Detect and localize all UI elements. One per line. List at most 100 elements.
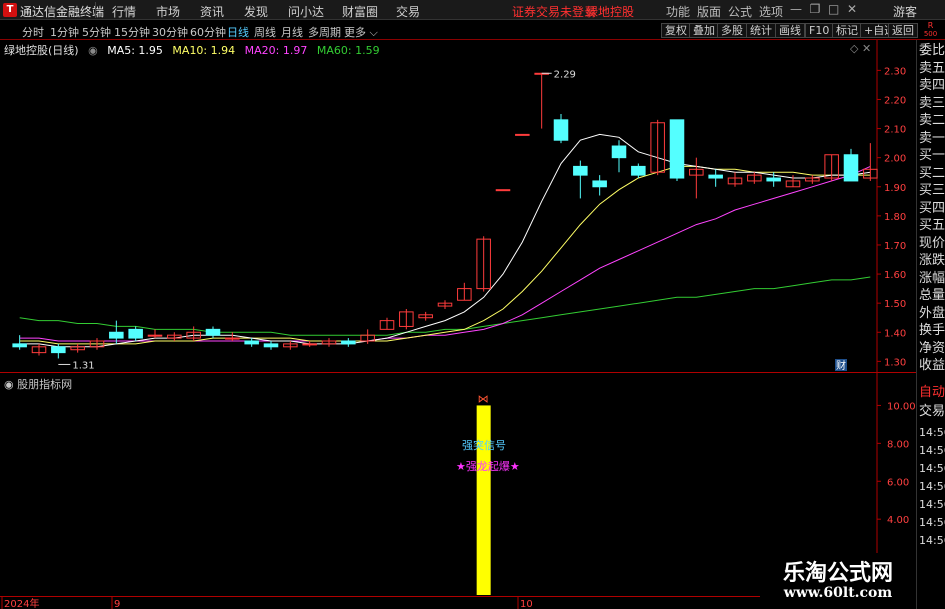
trade-time: 14:56: [919, 516, 945, 529]
date-label: 2024年: [4, 597, 39, 609]
legend-ma60: MA60: 1.59: [316, 44, 380, 57]
signal-bar: [476, 405, 491, 595]
signal-marker-icon: ⋈: [478, 392, 489, 405]
quote-side-panel: 委比 卖五 卖四 卖三 卖二 卖一 买一 买二 买三 买四 买五 现价 涨跌 涨幅 总量 外盘 换手 净资 收益 自动…: [916, 40, 945, 609]
legend-ma20: MA20: 1.97: [244, 44, 308, 57]
tab-1min[interactable]: 1分钟: [50, 24, 79, 40]
watermark-title: 乐淘公式网: [782, 560, 893, 586]
trade-time: 14:56: [919, 444, 945, 457]
candle: [515, 133, 530, 136]
indicator-tick-label: 8.00: [887, 439, 909, 450]
tab-15min[interactable]: 15分钟: [114, 24, 150, 40]
guest-user[interactable]: 游客: [893, 3, 917, 20]
r-label: R: [927, 21, 934, 30]
candle: [109, 331, 124, 339]
candle: [766, 177, 781, 182]
current-stock-name: 绿地控股: [586, 5, 635, 19]
tab-5min[interactable]: 5分钟: [82, 24, 111, 40]
menu-item-news[interactable]: 资讯: [200, 3, 224, 20]
quote-header: R 500: [916, 20, 945, 40]
candle: [12, 343, 27, 348]
menu-item-market[interactable]: 市场: [156, 3, 180, 20]
price-tick-label: 1.30: [884, 357, 906, 368]
menu-item-trade[interactable]: 交易: [396, 3, 420, 20]
diamond-icon[interactable]: ◇: [850, 42, 858, 55]
ma5-line: [19, 133, 871, 348]
close-panel-icon[interactable]: ✕: [862, 42, 871, 55]
menu-bar: T 通达信金融终端 行情 市场 资讯 发现 问小达 财富圈 交易 证券交易未登录…: [0, 0, 945, 20]
watermark-url: www.60lt.com: [783, 585, 893, 601]
date-label: 9: [114, 599, 120, 609]
mark-button[interactable]: 标记: [832, 23, 862, 38]
tab-more-label: 更多: [344, 26, 366, 39]
ma20-line: [19, 165, 871, 342]
indicator-title-label: 股朋指标网: [17, 378, 73, 391]
window-controls[interactable]: — ❐ □ ✕: [790, 2, 857, 16]
minimize-icon[interactable]: —: [790, 2, 802, 16]
trade-time: 14:56: [919, 534, 945, 547]
candle: [263, 343, 279, 348]
menu-divider: [95, 2, 96, 18]
maximize-icon[interactable]: □: [828, 2, 839, 16]
indicator-title: ◉ 股朋指标网: [4, 376, 72, 392]
multi-stock-button[interactable]: 多股: [717, 23, 747, 38]
menu-item-quotes[interactable]: 行情: [112, 3, 136, 20]
close-icon[interactable]: ✕: [847, 2, 857, 16]
trade-time: 14:56: [919, 480, 945, 493]
trade-login-notice[interactable]: 证券交易未登录: [512, 3, 596, 20]
tab-60min[interactable]: 60分钟: [190, 24, 226, 40]
trade-time: 14:56: [919, 426, 945, 439]
menu-item-options[interactable]: 选项: [759, 3, 783, 20]
candle: [302, 343, 317, 346]
low-marker-label: 1.31: [72, 360, 94, 371]
menu-item-assistant[interactable]: 问小达: [288, 3, 324, 20]
signal-label: 强突信号: [462, 439, 506, 452]
app-title: 通达信金融终端: [20, 5, 105, 19]
chart-corner-icons[interactable]: ◇ ✕: [850, 42, 871, 55]
overlay-button[interactable]: 叠加: [689, 23, 719, 38]
menu-item-formula[interactable]: 公式: [728, 3, 752, 20]
candle: [611, 145, 627, 159]
chevron-down-icon: ⌵: [369, 26, 378, 39]
price-tick-label: 1.50: [884, 299, 906, 310]
menu-item-function[interactable]: 功能: [666, 3, 690, 20]
legend-toggle-icon[interactable]: ◉: [88, 44, 98, 57]
menu-item-layout[interactable]: 版面: [697, 3, 721, 20]
tab-30min[interactable]: 30分钟: [152, 24, 188, 40]
price-tick-label: 2.30: [884, 66, 906, 77]
tab-intraday[interactable]: 分时: [22, 24, 44, 40]
price-tick-label: 1.40: [884, 328, 906, 339]
draw-line-button[interactable]: 画线: [775, 23, 805, 38]
trade-time: 14:56: [919, 498, 945, 511]
candlestick-chart[interactable]: 2.30 2.20 2.10 2.00 1.90 1.80 1.70 1.60 1.50 1.40…: [0, 40, 916, 373]
tab-more[interactable]: 更多 ⌵: [344, 24, 378, 40]
candle: [843, 154, 859, 182]
tab-monthly[interactable]: 月线: [281, 24, 303, 40]
menu-item-wealth[interactable]: 财富圈: [342, 3, 378, 20]
candle: [553, 119, 569, 141]
statistics-button[interactable]: 统计: [746, 23, 776, 38]
tab-weekly[interactable]: 周线: [254, 24, 276, 40]
price-tick-label: 2.00: [884, 154, 906, 165]
indicator-tick-label: 10.00: [887, 401, 916, 412]
watermark: 乐淘公式网 www.60lt.com: [760, 553, 916, 609]
indicator-tick-label: 4.00: [887, 515, 909, 526]
candle: [205, 328, 221, 336]
trade-time: 14:56: [919, 462, 945, 475]
menu-item-discover[interactable]: 发现: [244, 3, 268, 20]
indicator-toggle-icon[interactable]: ◉: [4, 378, 14, 391]
side-panel-tab[interactable]: 交易: [919, 401, 945, 423]
adjust-button[interactable]: 复权: [661, 23, 691, 38]
price-tick-label: 2.20: [884, 95, 906, 106]
tab-daily[interactable]: 日线: [227, 24, 249, 40]
candle: [128, 328, 143, 339]
finance-marker-label: 财: [836, 359, 846, 372]
f10-button[interactable]: F10: [805, 23, 834, 38]
indicator-tick-label: 6.00: [887, 477, 909, 488]
candle: [341, 340, 356, 345]
restore-icon[interactable]: ❐: [810, 2, 821, 16]
legend-stock-name: 绿地控股(日线): [4, 44, 79, 57]
back-button[interactable]: 返回: [888, 23, 918, 38]
candle: [669, 119, 685, 179]
tab-multi-period[interactable]: 多周期: [308, 24, 341, 40]
